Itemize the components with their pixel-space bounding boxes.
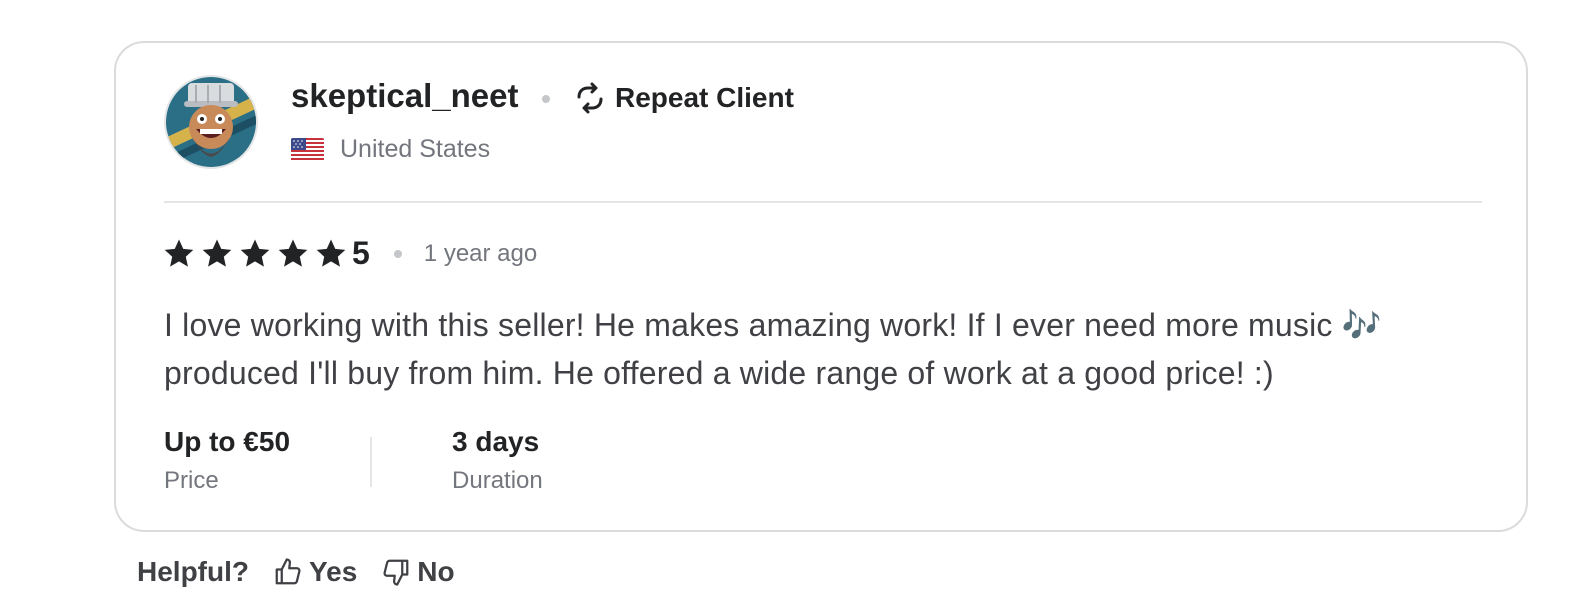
review-card: skeptical_neet Repeat Client United Stat… [114, 41, 1528, 532]
duration-label: Duration [452, 467, 543, 494]
duration-value: 3 days [452, 426, 540, 457]
star-rating [162, 237, 348, 271]
order-meta: Up to €50 Price 3 days Duration [164, 425, 543, 495]
thumbs-up-icon [275, 558, 301, 585]
review-text: I love working with this seller! He make… [164, 307, 1382, 391]
avatar-image [166, 77, 256, 167]
user-country: United States [291, 135, 490, 164]
rating-row: 5 1 year ago [162, 235, 537, 272]
repeat-client-label: Repeat Client [615, 82, 794, 113]
separator-dot [393, 249, 402, 258]
helpful-no-button[interactable]: No [381, 556, 455, 588]
helpful-yes-button[interactable]: Yes [273, 556, 357, 588]
divider [164, 201, 1482, 203]
star-icon [240, 239, 270, 267]
us-flag-icon [291, 137, 324, 162]
star-icon [164, 239, 194, 267]
helpful-no-label: No [417, 556, 455, 587]
thumbs-down-icon [383, 559, 409, 586]
price-label: Price [164, 467, 219, 494]
meta-divider [370, 437, 373, 487]
helpful-label: Helpful? [137, 556, 249, 587]
avatar[interactable] [164, 75, 258, 169]
helpful-row: Helpful? Yes No [137, 556, 455, 588]
price-value: Up to €50 [164, 426, 291, 457]
repeat-client-badge: Repeat Client [573, 81, 794, 115]
rating-value: 5 [352, 235, 370, 271]
star-icon [278, 239, 308, 267]
duration-block: 3 days Duration [452, 425, 543, 495]
star-icon [202, 239, 232, 267]
repeat-icon [577, 82, 603, 114]
country-name: United States [340, 135, 491, 163]
star-icon [316, 239, 346, 267]
review-time: 1 year ago [423, 239, 538, 267]
price-block: Up to €50 Price [164, 425, 290, 495]
helpful-yes-label: Yes [309, 556, 358, 587]
separator-dot [542, 95, 550, 103]
username[interactable]: skeptical_neet [291, 77, 518, 115]
